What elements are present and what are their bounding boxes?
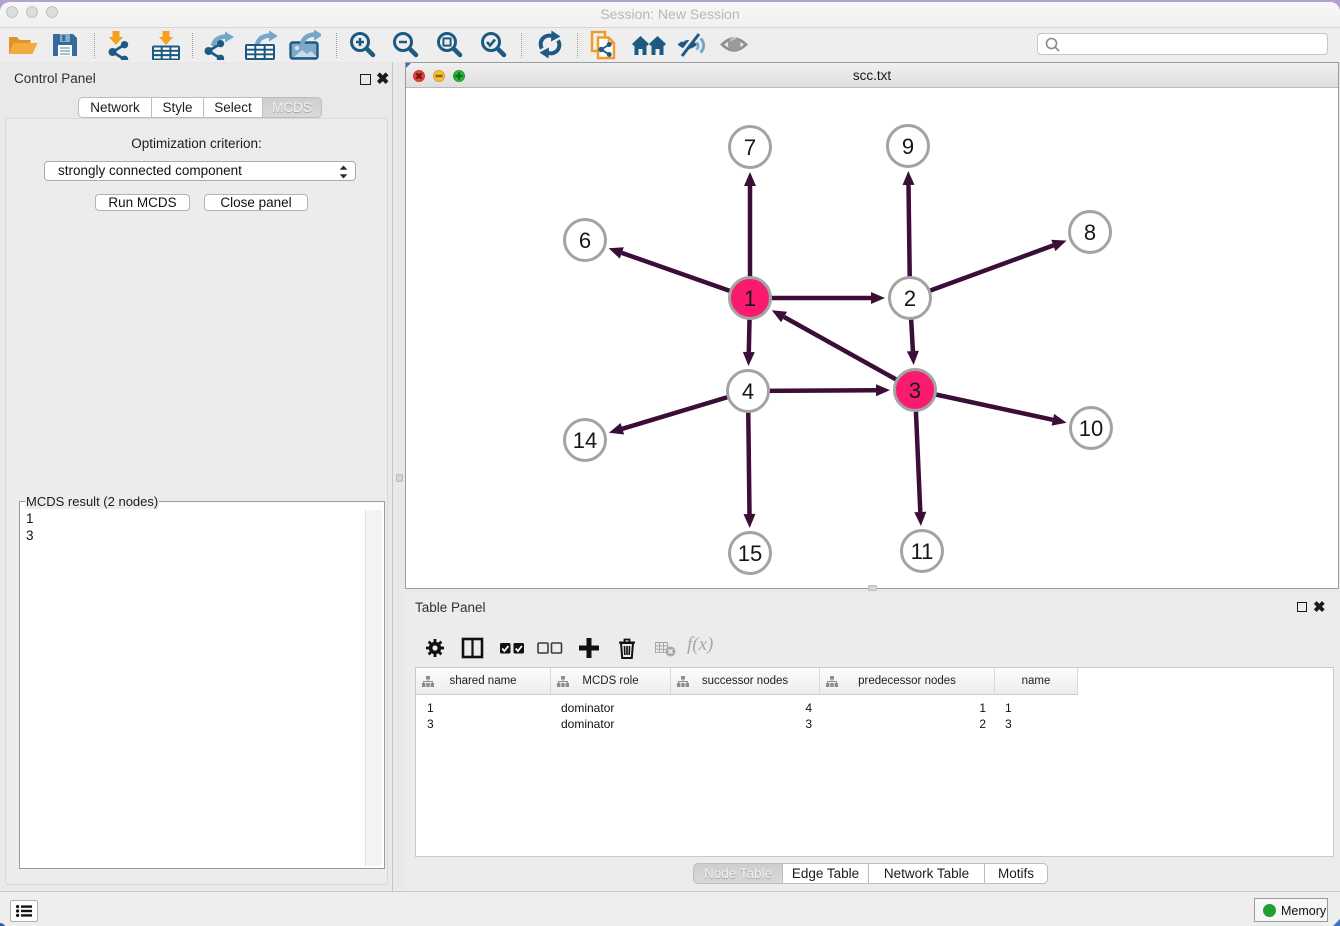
svg-text:1: 1 xyxy=(744,286,756,311)
svg-text:7: 7 xyxy=(744,135,756,160)
svg-text:3: 3 xyxy=(909,378,921,403)
svg-text:6: 6 xyxy=(579,228,591,253)
svg-text:14: 14 xyxy=(573,428,597,453)
svg-text:9: 9 xyxy=(902,134,914,159)
svg-text:15: 15 xyxy=(738,541,762,566)
svg-text:11: 11 xyxy=(911,539,934,564)
svg-text:8: 8 xyxy=(1084,220,1096,245)
svg-text:4: 4 xyxy=(742,379,754,404)
svg-text:2: 2 xyxy=(904,286,916,311)
svg-text:10: 10 xyxy=(1079,416,1103,441)
